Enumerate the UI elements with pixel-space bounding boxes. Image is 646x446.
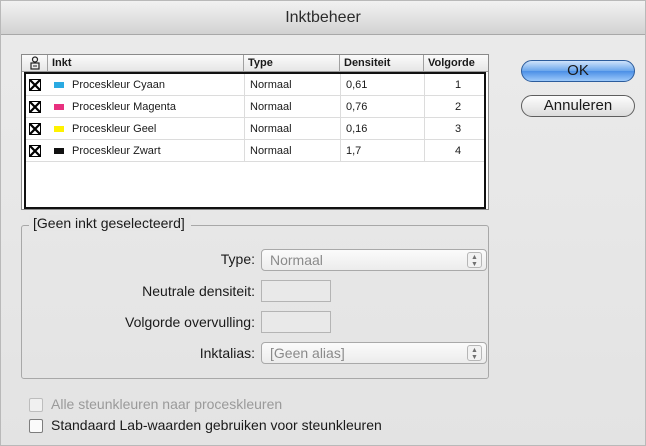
updown-arrows-icon: ▲ ▼ bbox=[467, 345, 482, 361]
ink-alias-label: Inktalias: bbox=[199, 345, 255, 361]
ok-button[interactable]: OK bbox=[521, 60, 635, 82]
table-row[interactable]: Proceskleur Geel Normaal 0,16 3 bbox=[26, 118, 484, 140]
ink-order: 3 bbox=[454, 123, 462, 135]
neutral-density-field[interactable] bbox=[261, 280, 331, 302]
neutral-density-label: Neutrale densiteit: bbox=[142, 283, 255, 299]
process-ink-icon[interactable] bbox=[29, 123, 41, 135]
ink-density: 1,7 bbox=[346, 145, 362, 157]
ink-column-header[interactable]: Inkt bbox=[48, 55, 244, 72]
table-row[interactable]: Proceskleur Zwart Normaal 1,7 4 bbox=[26, 140, 484, 162]
ink-name: Proceskleur Magenta bbox=[52, 96, 242, 118]
dialog-title: Inktbeheer bbox=[1, 1, 645, 35]
ink-name-text: Proceskleur Geel bbox=[72, 123, 157, 135]
ink-order: 2 bbox=[454, 101, 462, 113]
type-select[interactable]: Normaal ▲ ▼ bbox=[261, 249, 487, 271]
visibility-column-header[interactable] bbox=[22, 55, 48, 72]
trap-order-field[interactable] bbox=[261, 311, 331, 333]
swatch-icon bbox=[54, 103, 64, 110]
all-spot-to-process-label: Alle steunkleuren naar proceskleuren bbox=[51, 396, 283, 412]
type-column-header[interactable]: Type bbox=[244, 55, 340, 72]
ink-name-text: Proceskleur Magenta bbox=[72, 101, 176, 113]
ink-alias-select[interactable]: [Geen alias] ▲ ▼ bbox=[261, 342, 487, 364]
ink-name-text: Proceskleur Cyaan bbox=[72, 79, 165, 91]
table-row[interactable]: Proceskleur Cyaan Normaal 0,61 1 bbox=[26, 74, 484, 96]
ink-order: 4 bbox=[454, 145, 462, 157]
ink-name-text: Proceskleur Zwart bbox=[72, 145, 161, 157]
ink-table: Inkt Type Densiteit Volgorde Proceskleur… bbox=[21, 54, 489, 210]
swatch-icon bbox=[54, 81, 64, 88]
ink-name: Proceskleur Cyaan bbox=[52, 74, 242, 96]
standard-lab-label: Standaard Lab-waarden gebruiken voor ste… bbox=[51, 417, 382, 433]
ink-name: Proceskleur Zwart bbox=[52, 140, 242, 162]
all-spot-to-process-checkbox[interactable] bbox=[29, 398, 43, 412]
ink-list[interactable]: Proceskleur Cyaan Normaal 0,61 1 Procesk… bbox=[24, 72, 486, 209]
table-row[interactable]: Proceskleur Magenta Normaal 0,76 2 bbox=[26, 96, 484, 118]
ink-type: Normaal bbox=[250, 101, 292, 113]
cancel-button[interactable]: Annuleren bbox=[521, 95, 635, 117]
ink-manager-dialog: Inktbeheer Inkt Type Densiteit Volgorde bbox=[0, 0, 646, 446]
table-header: Inkt Type Densiteit Volgorde bbox=[22, 55, 488, 72]
density-column-header[interactable]: Densiteit bbox=[340, 55, 424, 72]
process-ink-icon[interactable] bbox=[29, 79, 41, 91]
trap-order-label: Volgorde overvulling: bbox=[125, 314, 255, 330]
group-title: [Geen inkt geselecteerd] bbox=[29, 215, 191, 231]
swatch-icon bbox=[54, 125, 64, 132]
ink-type: Normaal bbox=[250, 79, 292, 91]
ink-density: 0,61 bbox=[346, 79, 368, 91]
ink-alias-value: [Geen alias] bbox=[270, 345, 345, 361]
swatch-icon bbox=[54, 147, 64, 154]
ink-density: 0,16 bbox=[346, 123, 368, 135]
process-ink-icon[interactable] bbox=[29, 101, 41, 113]
ink-density: 0,76 bbox=[346, 101, 368, 113]
ink-type: Normaal bbox=[250, 123, 292, 135]
order-column-header[interactable]: Volgorde bbox=[424, 55, 488, 72]
standard-lab-checkbox[interactable] bbox=[29, 419, 43, 433]
visibility-icon bbox=[29, 56, 40, 70]
ink-order: 1 bbox=[454, 79, 462, 91]
updown-arrows-icon: ▲ ▼ bbox=[467, 252, 482, 268]
ink-name: Proceskleur Geel bbox=[52, 118, 242, 140]
ink-type: Normaal bbox=[250, 145, 292, 157]
process-ink-icon[interactable] bbox=[29, 145, 41, 157]
type-select-value: Normaal bbox=[270, 252, 323, 268]
type-label: Type: bbox=[220, 251, 255, 267]
